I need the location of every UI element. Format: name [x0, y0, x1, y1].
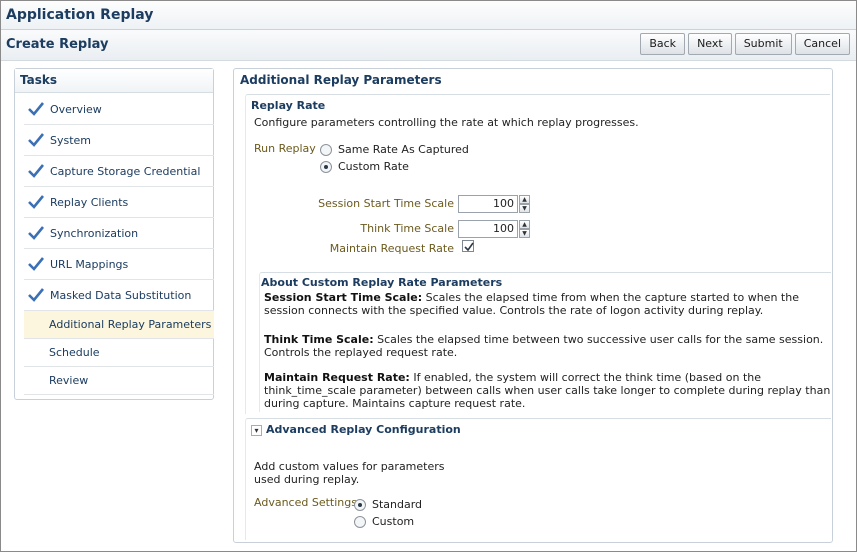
spin-up-icon[interactable]: ▲: [519, 220, 530, 229]
about-maintain-rate: Maintain Request Rate: If enabled, the s…: [264, 371, 836, 410]
task-list: Overview System Capture Storage Credenti…: [24, 94, 214, 395]
next-button[interactable]: Next: [688, 33, 732, 55]
think-time-spinner[interactable]: 100 ▲ ▼: [458, 220, 530, 238]
checkmark-icon: [28, 164, 44, 178]
collapse-toggle-icon[interactable]: ▾: [251, 425, 262, 436]
radio-label: Standard: [372, 498, 423, 511]
checkmark-icon: [28, 288, 44, 302]
task-label: Replay Clients: [50, 195, 129, 209]
term-think-time: Think Time Scale:: [264, 333, 374, 346]
main-panel: Additional Replay Parameters Replay Rate…: [233, 68, 833, 543]
advanced-config-title[interactable]: Advanced Replay Configuration: [266, 423, 461, 436]
task-item-synchronization[interactable]: Synchronization: [24, 218, 214, 249]
app-title: Application Replay: [6, 7, 154, 23]
advanced-description-line2: used during replay.: [254, 473, 360, 486]
tasks-header: Tasks: [15, 69, 213, 93]
run-replay-label: Run Replay: [254, 142, 316, 155]
task-label: Synchronization: [50, 226, 139, 240]
cancel-button[interactable]: Cancel: [794, 33, 850, 55]
page-header: Create Replay Back Next Submit Cancel: [1, 30, 856, 61]
session-start-input[interactable]: 100: [458, 195, 518, 213]
app-header: Application Replay: [1, 1, 856, 30]
checkmark-icon: [28, 226, 44, 240]
radio-indicator: [354, 515, 366, 528]
main-title: Additional Replay Parameters: [240, 73, 442, 87]
advanced-settings-label: Advanced Settings: [254, 496, 357, 509]
radio-label: Same Rate As Captured: [338, 143, 469, 156]
maintain-rate-label: Maintain Request Rate: [329, 242, 454, 255]
replay-rate-title: Replay Rate: [251, 99, 326, 112]
radio-same-rate[interactable]: Same Rate As Captured: [320, 143, 469, 156]
radio-standard[interactable]: Standard: [354, 498, 422, 511]
task-item-overview[interactable]: Overview: [24, 94, 214, 125]
term-maintain-rate: Maintain Request Rate:: [264, 371, 410, 384]
tasks-title: Tasks: [20, 73, 58, 87]
submit-button[interactable]: Submit: [734, 33, 792, 55]
task-item-review[interactable]: Review: [24, 367, 214, 395]
task-label: Masked Data Substitution: [50, 288, 192, 302]
spin-down-icon[interactable]: ▼: [519, 229, 530, 238]
task-label: URL Mappings: [50, 257, 129, 271]
spin-up-icon[interactable]: ▲: [519, 195, 530, 204]
task-item-capture-storage-credential[interactable]: Capture Storage Credential: [24, 156, 214, 187]
replay-rate-description: Configure parameters controlling the rat…: [254, 116, 639, 129]
task-item-additional-replay-parameters[interactable]: Additional Replay Parameters: [24, 311, 214, 339]
page-title: Create Replay: [6, 37, 109, 52]
back-button[interactable]: Back: [640, 33, 686, 55]
about-custom-rate-section: About Custom Replay Rate Parameters Sess…: [259, 272, 831, 412]
about-title: About Custom Replay Rate Parameters: [261, 276, 503, 289]
think-time-input[interactable]: 100: [458, 220, 518, 238]
radio-indicator: [320, 160, 332, 173]
task-label: Schedule: [49, 346, 100, 359]
radio-indicator: [354, 498, 366, 511]
radio-custom[interactable]: Custom: [354, 515, 414, 528]
radio-label: Custom: [372, 515, 415, 528]
maintain-rate-checkbox[interactable]: [462, 240, 474, 252]
spinner-arrows[interactable]: ▲ ▼: [519, 220, 530, 238]
about-think-time: Think Time Scale: Scales the elapsed tim…: [264, 333, 836, 359]
task-item-replay-clients[interactable]: Replay Clients: [24, 187, 214, 218]
train-buttons: Back Next Submit Cancel: [640, 33, 850, 55]
task-label: Review: [49, 374, 89, 387]
radio-indicator: [320, 143, 332, 156]
task-item-schedule[interactable]: Schedule: [24, 339, 214, 367]
radio-custom-rate[interactable]: Custom Rate: [320, 160, 409, 173]
think-time-label: Think Time Scale: [360, 222, 454, 235]
task-label: System: [50, 133, 92, 147]
checkmark-icon: [28, 257, 44, 271]
task-label: Additional Replay Parameters: [49, 318, 212, 331]
spin-down-icon[interactable]: ▼: [519, 204, 530, 213]
radio-label: Custom Rate: [338, 160, 409, 173]
task-label: Overview: [50, 102, 102, 116]
about-session-start: Session Start Time Scale: Scales the ela…: [264, 291, 836, 317]
task-item-system[interactable]: System: [24, 125, 214, 156]
checkmark-icon: [28, 102, 44, 116]
task-item-url-mappings[interactable]: URL Mappings: [24, 249, 214, 280]
checkmark-icon: [28, 133, 44, 147]
checkmark-icon: [464, 242, 474, 252]
checkmark-icon: [28, 195, 44, 209]
tasks-panel: Tasks Overview System Capture Storage Cr…: [14, 68, 214, 400]
session-start-spinner[interactable]: 100 ▲ ▼: [458, 195, 530, 213]
session-start-label: Session Start Time Scale: [318, 197, 454, 210]
task-label: Capture Storage Credential: [50, 164, 201, 178]
term-session-start: Session Start Time Scale:: [264, 291, 423, 304]
task-item-masked-data-substitution[interactable]: Masked Data Substitution: [24, 280, 214, 311]
advanced-description-line1: Add custom values for parameters: [254, 460, 445, 473]
spinner-arrows[interactable]: ▲ ▼: [519, 195, 530, 213]
